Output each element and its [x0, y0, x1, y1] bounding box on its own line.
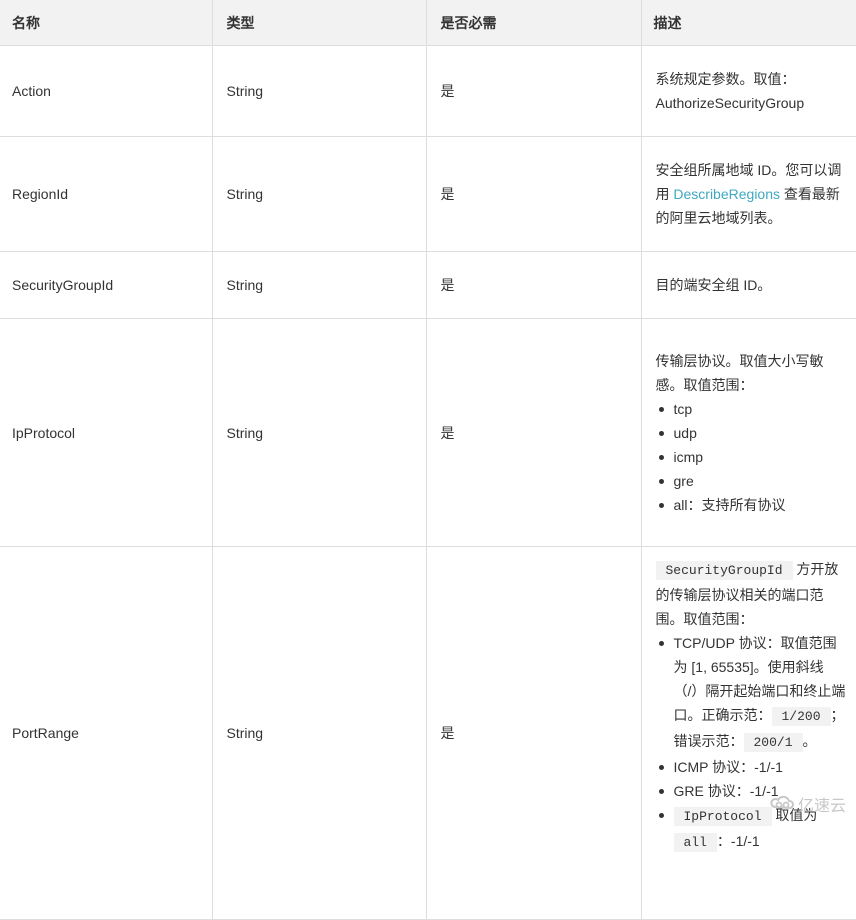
port-range-options-list: TCP/UDP 协议：取值范围为 [1, 65535]。使用斜线（/）隔开起始端…: [656, 631, 849, 855]
description-text: ：-1/-1: [716, 833, 760, 849]
yisu-cloud-logo-icon: [770, 793, 796, 816]
list-item: ICMP 协议：-1/-1: [656, 755, 849, 779]
header-required: 是否必需: [425, 0, 642, 46]
inline-code: all: [673, 833, 717, 852]
inline-code: 1/200: [771, 707, 831, 726]
param-required: 是: [425, 546, 642, 920]
param-type: String: [211, 251, 427, 319]
param-description: 安全组所属地域 ID。您可以调用 DescribeRegions 查看最新的阿里…: [640, 136, 856, 252]
header-description: 描述: [640, 0, 856, 46]
table-row: IpProtocol String 是 传输层协议。取值大小写敏感。取值范围： …: [0, 318, 856, 547]
description-intro: 传输层协议。取值大小写敏感。取值范围：: [655, 352, 824, 393]
param-description: 目的端安全组 ID。: [640, 251, 856, 319]
list-item: all：支持所有协议: [656, 493, 849, 517]
watermark: 亿速云: [770, 792, 846, 816]
param-type: String: [211, 136, 427, 252]
param-name: SecurityGroupId: [0, 251, 213, 319]
parameters-table: 名称 类型 是否必需 描述 Action String 是 系统规定参数。取值：…: [0, 0, 856, 920]
describe-regions-link[interactable]: DescribeRegions: [673, 186, 780, 202]
description-text: 。: [802, 733, 817, 749]
param-description: 系统规定参数。取值：AuthorizeSecurityGroup: [640, 45, 856, 137]
inline-code: IpProtocol: [673, 807, 772, 826]
header-name: 名称: [0, 0, 213, 46]
protocol-options-list: tcp udp icmp gre all：支持所有协议: [656, 397, 849, 517]
header-type: 类型: [211, 0, 427, 46]
table-row: SecurityGroupId String 是 目的端安全组 ID。: [0, 251, 856, 319]
param-type: String: [211, 546, 427, 920]
param-type: String: [211, 318, 427, 547]
param-description: SecurityGroupId 方开放的传输层协议相关的端口范围。取值范围： T…: [640, 546, 856, 920]
list-item: tcp: [656, 397, 849, 421]
watermark-text: 亿速云: [797, 798, 846, 815]
table-row: RegionId String 是 安全组所属地域 ID。您可以调用 Descr…: [0, 136, 856, 252]
param-description: 传输层协议。取值大小写敏感。取值范围： tcp udp icmp gre all…: [640, 318, 856, 547]
table-header-row: 名称 类型 是否必需 描述: [0, 0, 856, 46]
list-item: icmp: [656, 445, 849, 469]
list-item: TCP/UDP 协议：取值范围为 [1, 65535]。使用斜线（/）隔开起始端…: [656, 631, 849, 755]
param-required: 是: [425, 251, 642, 319]
list-item: gre: [656, 469, 849, 493]
inline-code: 200/1: [743, 733, 803, 752]
list-item: udp: [656, 421, 849, 445]
param-name: PortRange: [0, 546, 213, 920]
param-type: String: [211, 45, 427, 137]
param-name: IpProtocol: [0, 318, 213, 547]
description-intro: SecurityGroupId 方开放的传输层协议相关的端口范围。取值范围：: [655, 557, 849, 631]
inline-code: SecurityGroupId: [655, 561, 793, 580]
param-name: Action: [0, 45, 213, 137]
param-required: 是: [425, 318, 642, 547]
table-row: PortRange String 是 SecurityGroupId 方开放的传…: [0, 546, 856, 920]
table-row: Action String 是 系统规定参数。取值：AuthorizeSecur…: [0, 45, 856, 137]
param-required: 是: [425, 136, 642, 252]
param-name: RegionId: [0, 136, 213, 252]
param-required: 是: [425, 45, 642, 137]
